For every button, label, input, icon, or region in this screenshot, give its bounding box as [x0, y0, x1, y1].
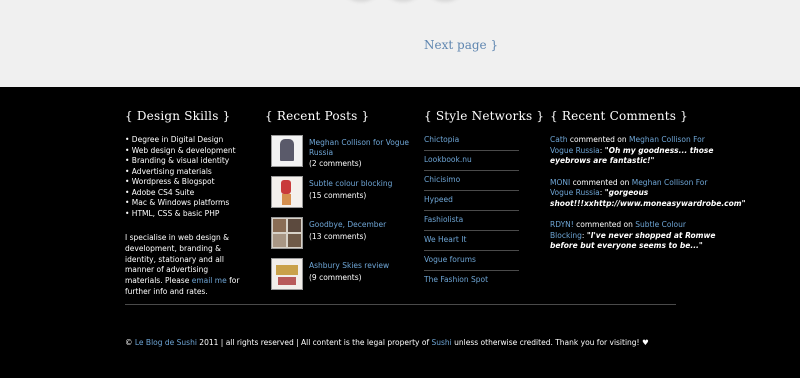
- skill-item: • Wordpress & Blogspot: [125, 177, 215, 186]
- next-page-link[interactable]: Next page }: [424, 38, 498, 52]
- network-item: Chictopia: [424, 135, 519, 151]
- post-thumbnail[interactable]: [271, 258, 303, 290]
- copyright-prefix: ©: [125, 338, 135, 347]
- post-title-link[interactable]: Goodbye, December: [309, 220, 409, 230]
- post-comment-count: (9 comments): [309, 273, 362, 282]
- post-comment-count: (13 comments): [309, 232, 367, 241]
- network-item: Chicisimo: [424, 171, 519, 191]
- skill-item: • Mac & Windows platforms: [125, 198, 230, 207]
- skill-item: • Advertising materials: [125, 166, 212, 176]
- comment-connector: commented on: [570, 177, 632, 187]
- post-title-link[interactable]: Subtle colour blocking: [309, 179, 409, 189]
- post-thumbnail[interactable]: [271, 135, 303, 167]
- design-skills-widget: { Design Skills } • Degree in Digital De…: [125, 109, 245, 298]
- recent-comment: RDYN! commented on Subtle Colour Blockin…: [550, 220, 720, 252]
- post-thumbnail[interactable]: [271, 176, 303, 208]
- design-skills-heading: { Design Skills }: [125, 109, 231, 123]
- recent-comment: Cath commented on Meghan Collison For Vo…: [550, 135, 720, 167]
- network-link-hypeed[interactable]: Hypeed: [424, 195, 453, 204]
- style-networks-heading: { Style Networks }: [424, 109, 545, 123]
- network-item: Hypeed: [424, 191, 519, 211]
- skills-list: • Degree in Digital Design • Web design …: [125, 135, 245, 219]
- post-title-link[interactable]: Ashbury Skies review: [309, 261, 409, 271]
- networks-list: Chictopia Lookbook.nu Chicisimo Hypeed F…: [424, 135, 544, 290]
- network-link-chictopia[interactable]: Chictopia: [424, 135, 459, 144]
- network-item: Lookbook.nu: [424, 151, 519, 171]
- post-comment-count: (15 comments): [309, 191, 367, 200]
- post-title-link[interactable]: Meghan Collison for Vogue Russia: [309, 138, 409, 159]
- footer-divider: [125, 304, 676, 305]
- comment-author-link[interactable]: Cath: [550, 135, 568, 144]
- email-me-link[interactable]: email me: [192, 276, 227, 285]
- recent-post: Meghan Collison for Vogue Russia (2 comm…: [265, 135, 409, 175]
- skill-item: • Web design & development: [125, 145, 236, 155]
- post-comment-count: (2 comments): [309, 159, 362, 168]
- network-link-lookbook[interactable]: Lookbook.nu: [424, 155, 472, 164]
- recent-posts-heading: { Recent Posts }: [265, 109, 370, 123]
- comment-author-link[interactable]: MONI: [550, 178, 570, 187]
- content-area-bottom: Next page }: [0, 0, 800, 87]
- site-link[interactable]: Le Blog de Sushi: [135, 338, 197, 347]
- skill-item: • Adobe CS4 Suite: [125, 187, 195, 197]
- owner-link[interactable]: Sushi: [431, 338, 451, 347]
- recent-comments-widget: { Recent Comments } Cath commented on Me…: [550, 109, 745, 263]
- network-link-vogue-forums[interactable]: Vogue forums: [424, 255, 476, 264]
- skill-item: • HTML, CSS & basic PHP: [125, 208, 220, 218]
- services-blurb: I specialise in web design & development…: [125, 233, 245, 298]
- network-item: Fashiolista: [424, 211, 519, 231]
- comment-connector: commented on: [573, 220, 636, 229]
- recent-comments-heading: { Recent Comments }: [550, 109, 688, 123]
- network-link-the-fashion-spot[interactable]: The Fashion Spot: [424, 275, 488, 284]
- recent-comment: MONI commented on Meghan Collison For Vo…: [550, 177, 745, 210]
- recent-post: Goodbye, December (13 comments): [265, 217, 386, 257]
- recent-post: Ashbury Skies review (9 comments): [265, 258, 389, 298]
- skill-item: • Branding & visual identity: [125, 156, 230, 165]
- copyright-suffix: unless otherwise credited. Thank you for…: [451, 338, 649, 347]
- network-link-we-heart-it[interactable]: We Heart It: [424, 235, 466, 244]
- network-item: Vogue forums: [424, 251, 519, 271]
- network-item: We Heart It: [424, 231, 519, 251]
- comment-author-link[interactable]: RDYN!: [550, 220, 574, 229]
- skill-item: • Degree in Digital Design: [125, 135, 224, 144]
- network-link-fashiolista[interactable]: Fashiolista: [424, 215, 463, 224]
- recent-post: Subtle colour blocking (15 comments): [265, 176, 392, 216]
- site-footer: { Design Skills } • Degree in Digital De…: [0, 87, 800, 378]
- network-item: The Fashion Spot: [424, 271, 519, 290]
- style-networks-widget: { Style Networks } Chictopia Lookbook.nu…: [424, 109, 544, 290]
- network-link-chicisimo[interactable]: Chicisimo: [424, 175, 460, 184]
- recent-posts-widget: { Recent Posts } Meghan Collison for Vog…: [265, 109, 409, 299]
- post-thumbnail[interactable]: [271, 217, 303, 249]
- copyright-line: © Le Blog de Sushi 2011 | all rights res…: [125, 338, 649, 347]
- copyright-text: 2011 | all rights reserved | All content…: [196, 338, 432, 347]
- comment-connector: commented on: [567, 135, 630, 144]
